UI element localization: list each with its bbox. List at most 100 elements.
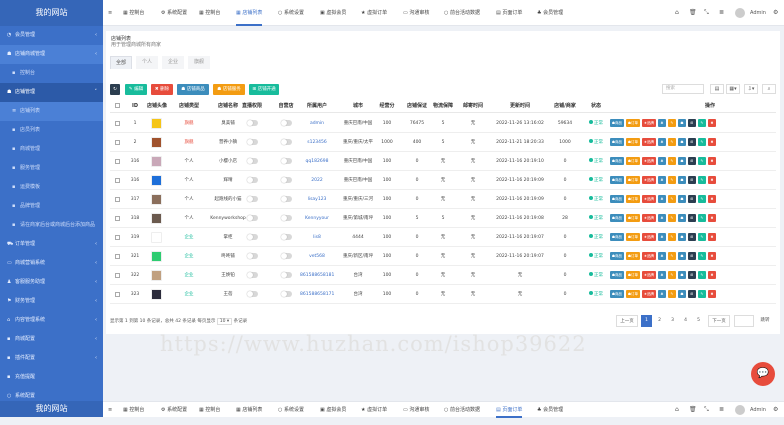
sidebar-item[interactable]: ▭ 商城营销系统 ‹ [0,254,103,273]
action-button[interactable]: ★品牌 [642,195,656,203]
action-button[interactable]: ✎ [698,195,706,203]
layers-icon[interactable]: ≣ [719,0,724,26]
action-button[interactable]: ☗商品 [610,157,624,165]
page-jump-button[interactable]: 跳转 [756,315,774,327]
nav-tab[interactable]: ⚙ 系统配置 [161,0,187,26]
view-toggle-button[interactable]: ▤ [710,84,724,94]
column-header[interactable]: 状态 [586,99,606,113]
action-button[interactable]: ☗商品 [610,233,624,241]
nav-tab[interactable]: ★ 虚拟订单 [361,0,387,26]
toolbar-button[interactable]: ☗ 店铺商品 [177,84,209,95]
action-button[interactable]: ☗商品 [610,176,624,184]
sidebar-item[interactable]: ⛟ 订单管理 ‹ [0,235,103,254]
nav-tab[interactable]: ★ 虚拟订单 [361,402,387,418]
self-operated-toggle[interactable] [281,120,292,126]
nav-tab[interactable]: ▭ 沟通审核 [403,0,429,26]
nav-tab[interactable]: ▦ 控制台 [123,402,144,418]
action-button[interactable]: ♣ [658,233,666,241]
sidebar-item[interactable]: ▪ 商城配置 ‹ [0,330,103,349]
user-name[interactable]: Admin [750,402,766,418]
fullscreen-icon[interactable]: ⤡ [704,0,709,26]
action-button[interactable]: ✎ [668,233,676,241]
cell-所属用户[interactable]: Kennyyour [300,209,334,228]
self-operated-toggle[interactable] [281,139,292,145]
column-header[interactable]: 城市 [338,99,378,113]
export-button[interactable]: ⇩▾ [744,84,758,94]
row-checkbox[interactable] [115,140,120,145]
action-button[interactable]: ⊞ [688,214,696,222]
nav-tab[interactable]: ○ 系统设置 [278,0,304,26]
live-permission-toggle[interactable] [247,272,258,278]
page-button[interactable]: 3 [667,315,678,327]
nav-tab[interactable]: ▦ 控制台 [123,0,144,26]
action-button[interactable]: ★品牌 [642,138,656,146]
action-button[interactable]: ☗商品 [610,252,624,260]
menu-toggle-button[interactable]: ≡ [108,402,112,418]
columns-button[interactable]: ▦▾ [726,84,740,94]
sidebar-item[interactable]: ⌂ 内容管理系统 ‹ [0,311,103,330]
action-button[interactable]: ✎ [698,176,706,184]
page-button[interactable]: 2 [654,315,665,327]
self-operated-toggle[interactable] [281,253,292,259]
action-button[interactable]: ⊞ [688,252,696,260]
column-header[interactable]: 店铺类型 [177,99,201,113]
sidebar-item[interactable]: ⚑ 财务管理 ‹ [0,292,103,311]
sidebar-item[interactable]: ▪ 插件配置 ‹ [0,349,103,368]
nav-tab[interactable]: ▭ 沟通审核 [403,402,429,418]
self-operated-toggle[interactable] [281,215,292,221]
action-button[interactable]: ☗ [678,233,686,241]
column-header[interactable]: 所属用户 [300,99,334,113]
action-button[interactable]: ⊞ [688,138,696,146]
action-button[interactable]: ⊞ [688,271,696,279]
sidebar-item[interactable]: ☗ 店铺管理 ˅ [0,83,103,102]
nav-tab[interactable]: ▦ 店铺列表 [236,402,262,418]
toolbar-button[interactable]: ☗ 店铺服务 [213,84,245,95]
action-button[interactable]: ⊞ [688,119,696,127]
page-button[interactable]: 1 [641,315,652,327]
home-icon[interactable]: ⌂ [675,0,679,26]
row-checkbox[interactable] [115,159,120,164]
action-button[interactable]: ☗订单 [626,195,640,203]
cell-所属用户[interactable]: qq182698 [300,152,334,171]
cell-所属用户[interactable]: lis8 [300,228,334,247]
table-row[interactable]: 2 旗舰 营养小镇 s123456 重庆/重庆/太平 1000 400 5 无 2022-11-2… [110,133,776,152]
table-row[interactable]: 323 企业 王蓓 8615886581717 台湾 100 0 无 无 无 0 正常 ☗商品 ☗订单 ★品… [110,285,776,304]
action-button[interactable]: ★品牌 [642,157,656,165]
action-button[interactable]: ✎ [698,119,706,127]
self-operated-toggle[interactable] [281,234,292,240]
column-header[interactable]: 店铺/商家 [550,99,580,113]
sidebar-item[interactable]: ☗ 店铺商城管理 ‹ [0,45,103,64]
self-operated-toggle[interactable] [281,177,292,183]
row-checkbox[interactable] [115,216,120,221]
cell-所属用户[interactable]: s123456 [300,133,334,152]
row-checkbox[interactable] [115,254,120,259]
settings-icon[interactable]: ⚙ [773,0,778,26]
layers-icon[interactable]: ≣ [719,402,724,418]
action-button[interactable]: ☗订单 [626,252,640,260]
avatar[interactable] [735,8,745,18]
action-button[interactable]: ♣ [658,290,666,298]
action-button[interactable]: ☗商品 [610,119,624,127]
cell-所属用户[interactable]: vet568 [300,247,334,266]
action-button[interactable]: ✎ [668,290,676,298]
nav-tab[interactable]: ♣ 会员管理 [537,402,563,418]
self-operated-toggle[interactable] [281,291,292,297]
sidebar-item[interactable]: ▪ 商城管理 [0,140,103,159]
action-button[interactable]: ✎ [668,195,676,203]
cell-所属用户[interactable]: 2022 [300,171,334,190]
trash-icon[interactable]: 🗑 [689,0,697,26]
action-button[interactable]: ☗订单 [626,138,640,146]
action-button[interactable]: ⊞ [688,157,696,165]
column-header[interactable]: 店铺头像 [145,99,169,113]
trash-icon[interactable]: 🗑 [689,402,697,418]
action-button[interactable]: ★品牌 [642,233,656,241]
action-button[interactable]: ☗ [678,271,686,279]
action-button[interactable]: ☗ [678,195,686,203]
action-button[interactable]: ✖ [708,157,716,165]
action-button[interactable]: ★品牌 [642,214,656,222]
cell-所属用户[interactable]: lisay123 [300,190,334,209]
nav-tab[interactable]: ▤ 页面订单 [496,402,523,418]
search-button[interactable]: ⌕ [762,84,776,94]
action-button[interactable]: ☗订单 [626,290,640,298]
action-button[interactable]: ☗ [678,252,686,260]
